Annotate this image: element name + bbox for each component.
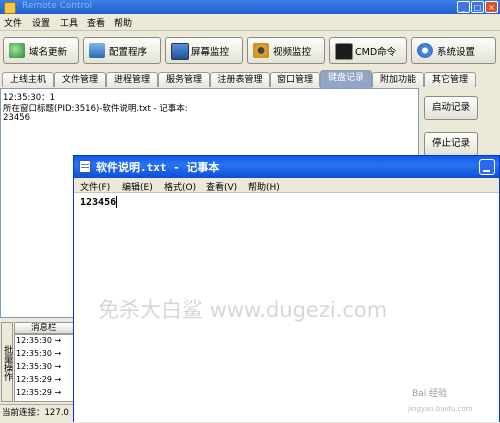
menu-help[interactable]: 帮助: [114, 16, 132, 29]
notepad-menu-view[interactable]: 查看(V): [206, 180, 237, 193]
screen-monitor-button[interactable]: 屏幕监控: [165, 37, 243, 64]
notepad-icon-line: [81, 167, 89, 168]
notepad-icon-line: [81, 164, 89, 165]
menu-settings[interactable]: 设置: [32, 16, 50, 29]
notepad-content: 123456: [80, 197, 117, 208]
monitor-icon: [171, 43, 189, 60]
message-row: 12:35:30 →: [16, 362, 62, 371]
minimize-icon: [483, 170, 490, 172]
tab-service-manager[interactable]: 服务管理: [158, 72, 210, 87]
domain-update-button[interactable]: 域名更新: [3, 37, 79, 64]
tab-keylogger[interactable]: 键盘记录: [320, 70, 372, 88]
notepad-minimize-button[interactable]: [479, 159, 495, 175]
gear-icon: [417, 43, 433, 58]
minimize-button[interactable]: _: [457, 1, 470, 13]
batch-operations-label: 批量操作: [2, 345, 12, 381]
notepad-title: 软件说明.txt - 记事本: [96, 161, 220, 174]
tab-process-manager[interactable]: 进程管理: [106, 72, 158, 87]
notepad-menu-help[interactable]: 帮助(H): [248, 180, 280, 193]
tab-online-hosts[interactable]: 上线主机: [2, 72, 54, 87]
message-bar-header: 消息栏: [14, 322, 76, 334]
tab-window-manager[interactable]: 窗口管理: [270, 72, 320, 87]
log-line: 23456: [3, 113, 31, 123]
menu-tools[interactable]: 工具: [60, 16, 78, 29]
maximize-button[interactable]: □: [471, 1, 484, 13]
cmd-icon: [335, 43, 353, 60]
config-program-button[interactable]: 配置程序: [83, 37, 161, 64]
system-settings-button[interactable]: 系统设置: [411, 37, 496, 64]
cmd-command-button[interactable]: CMD命令: [329, 37, 407, 64]
camera-icon: [253, 43, 269, 58]
message-row: 12:35:30 →: [16, 336, 62, 345]
baidu-logo: Bai 经验: [412, 389, 448, 399]
video-monitor-button[interactable]: 视频监控: [247, 37, 325, 64]
baidu-url: jingyan.baidu.com: [408, 405, 473, 413]
globe-icon: [9, 43, 25, 58]
tab-extra-functions[interactable]: 附加功能: [372, 72, 424, 87]
log-line: 所在窗口标题(PID:3516)-软件说明.txt - 记事本:: [3, 104, 188, 114]
start-recording-button[interactable]: 启动记录: [424, 96, 478, 120]
connection-status: 当前连接：127.0: [2, 408, 69, 418]
menu-file[interactable]: 文件: [4, 16, 22, 29]
message-row: 12:35:29 →: [16, 375, 62, 384]
close-button[interactable]: ×: [485, 1, 498, 13]
message-row: 12:35:30 →: [16, 349, 62, 358]
tab-registry-manager[interactable]: 注册表管理: [210, 72, 270, 87]
config-icon: [89, 43, 105, 58]
stop-recording-button[interactable]: 停止记录: [424, 132, 478, 156]
text-caret: [116, 196, 117, 208]
main-window-title: Remote Control: [22, 1, 93, 11]
notepad-menu-file[interactable]: 文件(F): [80, 180, 110, 193]
menu-view[interactable]: 查看: [87, 16, 105, 29]
message-row: 12:35:29 →: [16, 388, 62, 397]
app-icon: [4, 2, 16, 14]
notepad-menu-format[interactable]: 格式(O): [164, 180, 196, 193]
tab-file-manager[interactable]: 文件管理: [54, 72, 106, 87]
watermark-text: 免杀大白鲨 www.dugezi.com: [98, 298, 388, 322]
tab-other-manager[interactable]: 其它管理: [424, 72, 476, 87]
notepad-menu-edit[interactable]: 编辑(E): [122, 180, 153, 193]
